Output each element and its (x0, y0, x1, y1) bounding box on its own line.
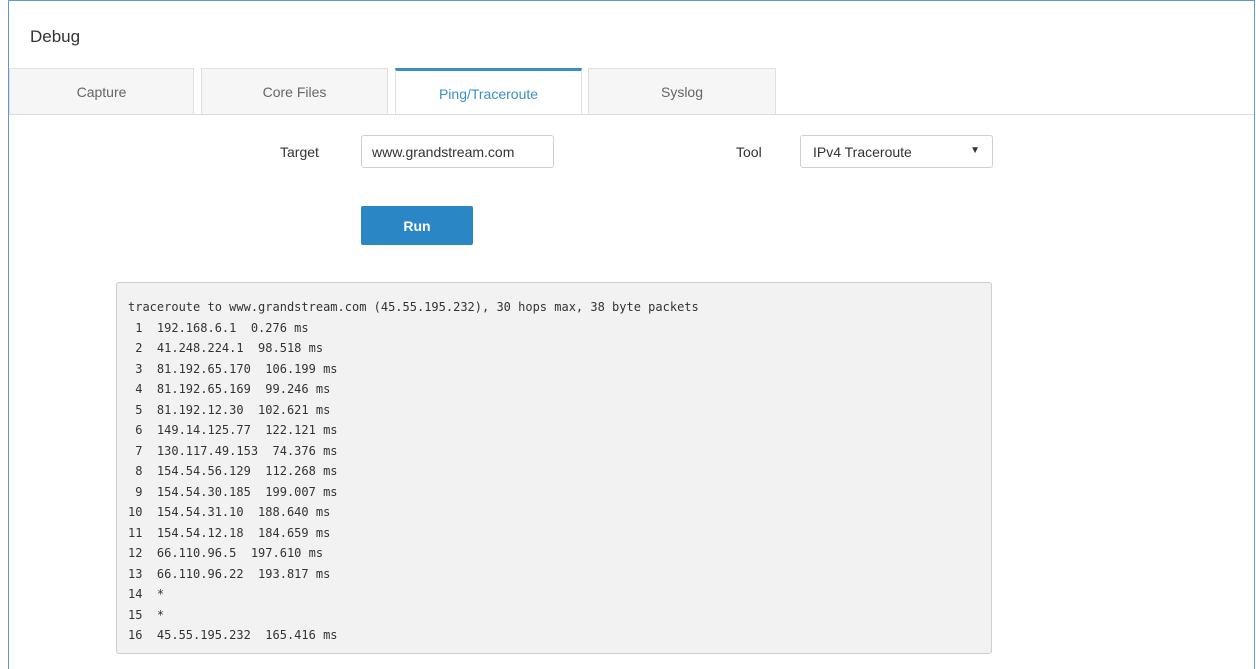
output-line: 10 154.54.31.10 188.640 ms (128, 505, 331, 519)
output-line: 7 130.117.49.153 74.376 ms (128, 443, 338, 458)
tool-select[interactable]: IPv4 Traceroute ▼ (800, 135, 993, 168)
target-input[interactable] (361, 135, 554, 168)
page-title: Debug (30, 27, 81, 46)
tool-label: Tool (736, 144, 762, 160)
output-line: 9 154.54.30.185 199.007 ms (128, 484, 338, 499)
output-line: 5 81.192.12.30 102.621 ms (128, 402, 331, 417)
output-line: 15 * (128, 607, 165, 622)
output-line: 14 * (128, 587, 165, 601)
tab-ping-traceroute[interactable]: Ping/Traceroute (395, 68, 582, 115)
output-line: 16 45.55.195.232 165.416 ms (128, 628, 338, 642)
debug-panel: Debug Capture Core Files Ping/Traceroute… (8, 0, 1255, 669)
tab-label: Ping/Traceroute (438, 86, 539, 102)
output-line: 4 81.192.65.169 99.246 ms (128, 382, 331, 396)
tab-label: Core Files (262, 83, 327, 100)
output-line: 3 81.192.65.170 106.199 ms (128, 361, 338, 376)
tool-select-value: IPv4 Traceroute (813, 143, 912, 160)
output-line: 6 149.14.125.77 122.121 ms (128, 423, 338, 437)
tab-label: Capture (76, 83, 127, 100)
run-button[interactable]: Run (361, 206, 473, 245)
output-line: 12 66.110.96.5 197.610 ms (128, 546, 324, 560)
output-line: 2 41.248.224.1 98.518 ms (128, 341, 324, 355)
output-line: 1 192.168.6.1 0.276 ms (128, 320, 309, 335)
tab-core-files[interactable]: Core Files (201, 68, 388, 114)
tabs-divider (9, 114, 1254, 115)
output-line: 11 154.54.12.18 184.659 ms (128, 525, 331, 540)
target-label: Target (280, 144, 319, 160)
traceroute-output: traceroute to www.grandstream.com (45.55… (116, 282, 992, 654)
tab-label: Syslog (660, 83, 704, 100)
tab-capture[interactable]: Capture (9, 68, 194, 114)
output-line: traceroute to www.grandstream.com (45.55… (128, 300, 699, 314)
output-line: 13 66.110.96.22 193.817 ms (128, 566, 331, 581)
output-line: 8 154.54.56.129 112.268 ms (128, 464, 338, 478)
chevron-down-icon: ▼ (970, 145, 980, 156)
tab-syslog[interactable]: Syslog (588, 68, 776, 114)
